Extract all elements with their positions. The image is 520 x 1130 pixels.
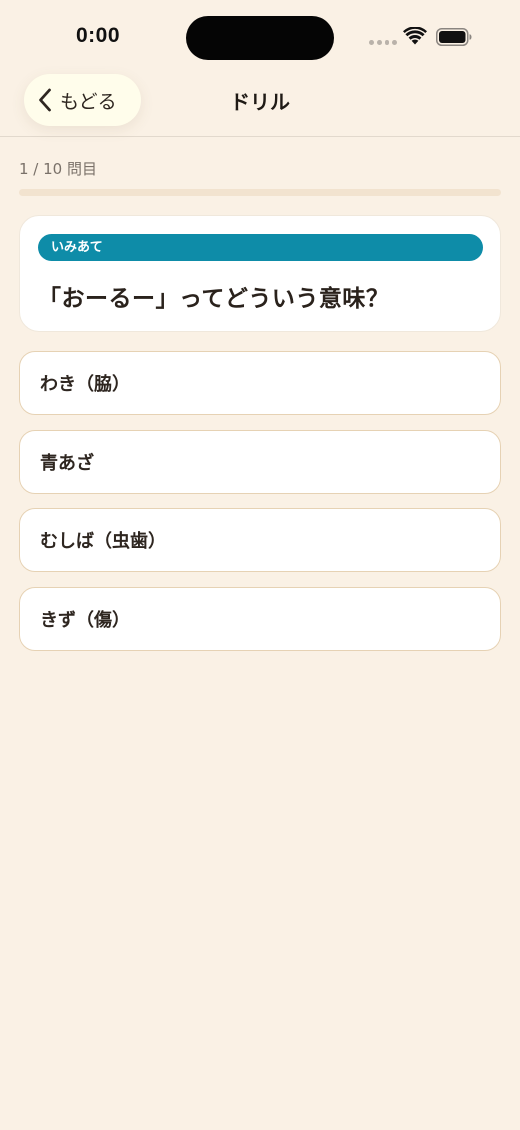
progress-counter: 1 / 10 問目 <box>19 160 97 178</box>
status-bar: 0:00 <box>0 0 520 76</box>
progress-bar <box>19 189 501 196</box>
navigation-bar: もどる ドリル <box>0 70 520 137</box>
answer-option-4[interactable]: きず（傷） <box>19 586 501 651</box>
wifi-icon <box>403 27 427 45</box>
dynamic-island <box>186 16 334 60</box>
category-badge: いみあて <box>38 234 483 261</box>
status-time: 0:00 <box>76 24 121 47</box>
answer-option-2[interactable]: 青あざ <box>19 429 501 494</box>
answer-option-3[interactable]: むしば（虫歯） <box>19 508 501 572</box>
question-card: いみあて 「おーるー」ってどういう意味？ <box>19 215 501 332</box>
cellular-signal-icon <box>369 40 397 45</box>
battery-icon <box>436 28 472 46</box>
answer-option-1[interactable]: わき（脇） <box>19 351 501 415</box>
page-title: ドリル <box>230 90 290 114</box>
question-text: 「おーるー」ってどういう意味？ <box>38 286 390 312</box>
answer-options: わき（脇） 青あざ むしば（虫歯） きず（傷） <box>19 351 501 665</box>
